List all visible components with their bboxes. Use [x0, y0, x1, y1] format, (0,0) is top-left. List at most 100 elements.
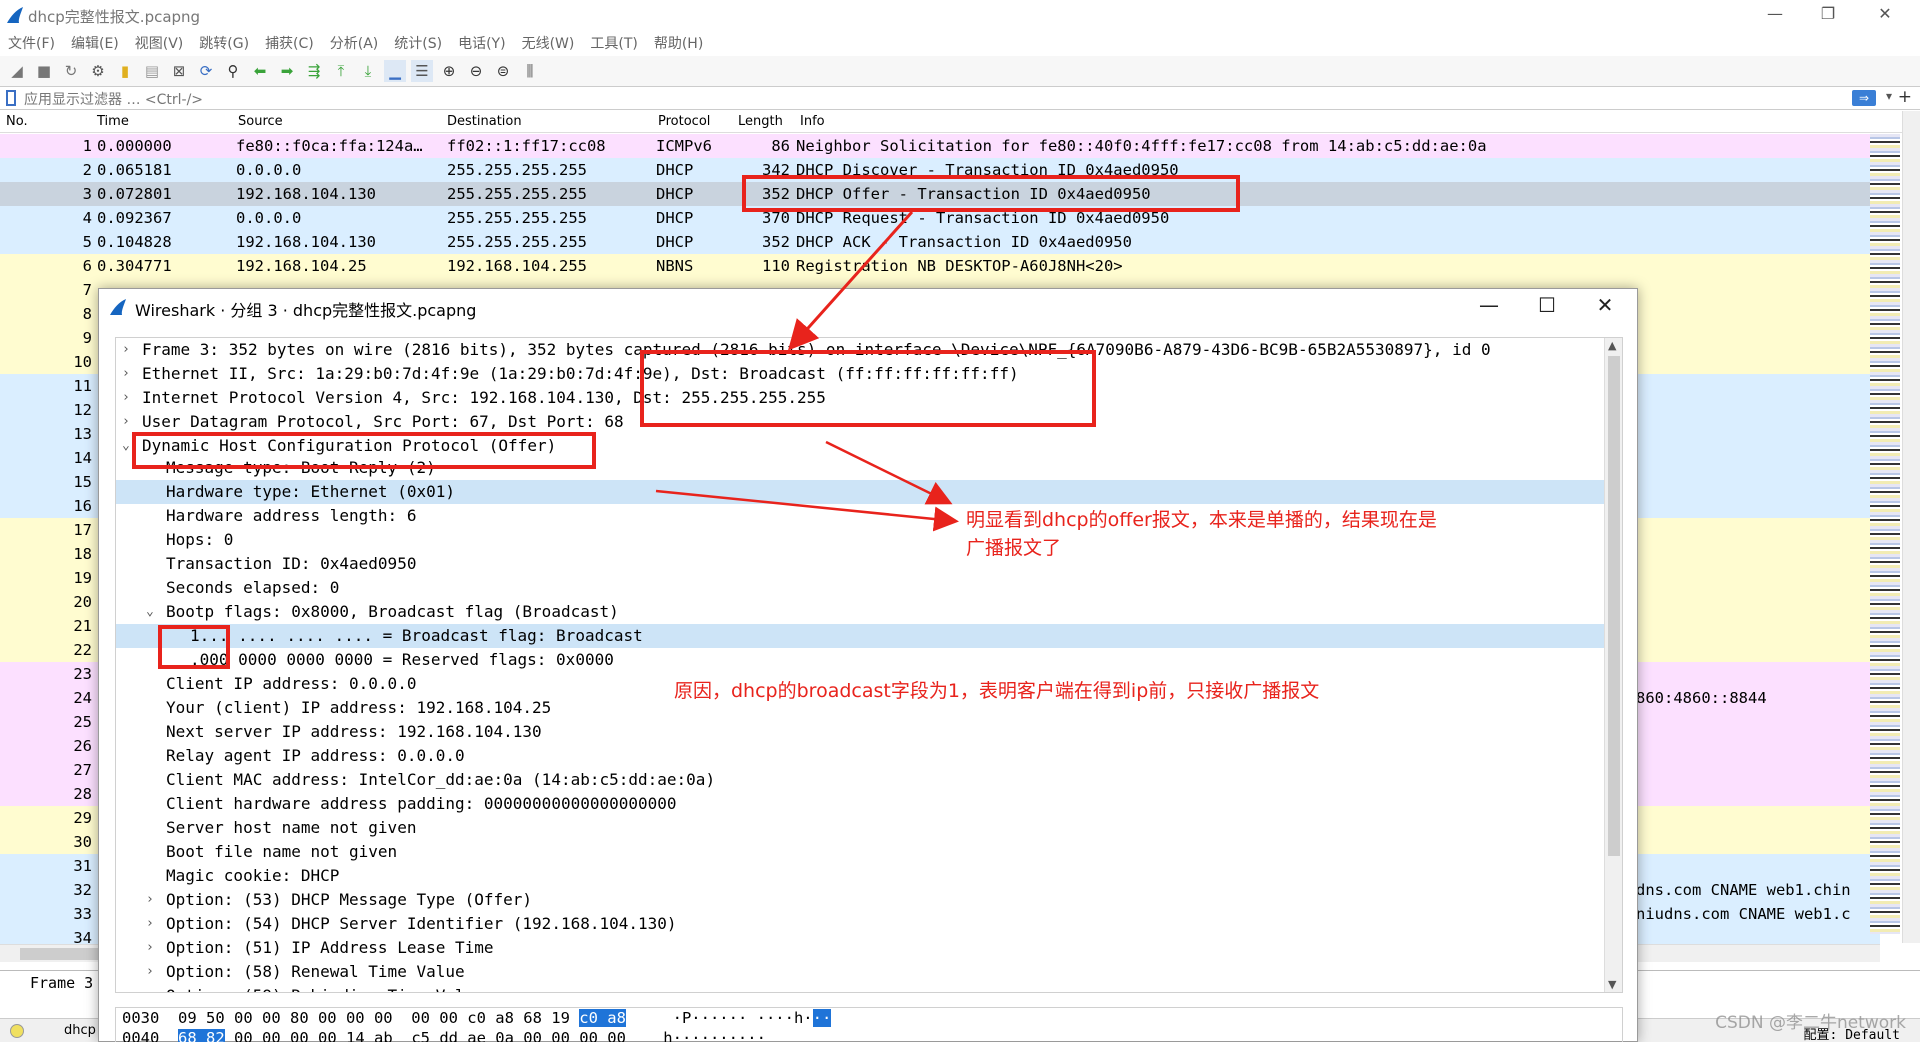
tree-row-label: Hops: 0 [166, 530, 234, 549]
menu-statistics[interactable]: 统计(S) [394, 33, 442, 53]
column-time[interactable]: Time [97, 114, 129, 129]
search-icon[interactable]: ⚲ [222, 60, 244, 82]
tree-row[interactable]: Boot file name not given [116, 840, 1605, 864]
maximize-button[interactable]: ❐ [1813, 4, 1843, 23]
open-folder-icon[interactable]: ▮ [114, 60, 136, 82]
chevron-right-icon[interactable]: › [146, 912, 154, 936]
chevron-down-icon[interactable]: ⌄ [146, 600, 154, 624]
packet-row[interactable]: 5 0.104828 192.168.104.130 255.255.255.255 D… [0, 230, 1880, 254]
stop-icon[interactable]: ■ [33, 60, 55, 82]
column-info[interactable]: Info [800, 114, 825, 129]
tree-row[interactable]: › Option: (53) DHCP Message Type (Offer) [116, 888, 1605, 912]
zoom-in-icon[interactable]: ⊕ [438, 60, 460, 82]
popup-minimize-button[interactable]: — [1469, 293, 1509, 317]
hex-ascii-selected[interactable]: ·· [812, 1009, 832, 1027]
capture-status-icon[interactable] [10, 1024, 24, 1038]
display-filter-bar[interactable]: 应用显示过滤器 … <Ctrl-/> ⇒ ▾ + [0, 86, 1920, 110]
tree-row[interactable]: Magic cookie: DHCP [116, 864, 1605, 888]
goto-packet-icon[interactable]: ⇶ [303, 60, 325, 82]
column-no[interactable]: No. [6, 114, 28, 129]
forward-arrow-icon[interactable]: ➡ [276, 60, 298, 82]
hex-ascii[interactable]: h·········· [663, 1029, 766, 1042]
menu-help[interactable]: 帮助(H) [654, 33, 703, 53]
tree-row[interactable]: › Option: (51) IP Address Lease Time [116, 936, 1605, 960]
tree-row[interactable]: › Option: (59) Rebinding Time Value [116, 984, 1605, 992]
chevron-right-icon[interactable]: › [146, 936, 154, 960]
back-arrow-icon[interactable]: ⬅ [249, 60, 271, 82]
autoscroll-icon[interactable]: ▁ [384, 60, 406, 82]
chevron-down-icon[interactable]: ▾ [1886, 89, 1892, 103]
column-destination[interactable]: Destination [447, 114, 522, 129]
restart-icon[interactable]: ↻ [60, 60, 82, 82]
packet-row[interactable]: 1 0.000000 fe80::f0ca:ffa:124a… ff02::1:ff1… [0, 134, 1880, 158]
tree-row[interactable]: Hardware type: Ethernet (0x01) [116, 480, 1605, 504]
hex-ascii[interactable]: ·P······ ····h· [673, 1009, 813, 1027]
chevron-right-icon[interactable]: › [146, 960, 154, 984]
chevron-down-icon[interactable]: ⌄ [122, 434, 130, 458]
menu-capture[interactable]: 捕获(C) [265, 33, 314, 53]
chevron-right-icon[interactable]: › [122, 338, 130, 362]
scroll-down-icon[interactable]: ▼ [1608, 978, 1616, 991]
tree-row[interactable]: Relay agent IP address: 0.0.0.0 [116, 744, 1605, 768]
column-length[interactable]: Length [738, 114, 783, 129]
tree-row[interactable]: 1... .... .... .... = Broadcast flag: Br… [116, 624, 1605, 648]
tree-row[interactable]: Client hardware address padding: 0000000… [116, 792, 1605, 816]
tree-row[interactable]: .000 0000 0000 0000 = Reserved flags: 0x… [116, 648, 1605, 672]
options-gear-icon[interactable]: ⚙ [87, 60, 109, 82]
scroll-up-icon[interactable]: ▲ [1608, 339, 1616, 352]
zoom-reset-icon[interactable]: ⊜ [492, 60, 514, 82]
first-packet-icon[interactable]: ⤒ [330, 60, 352, 82]
colorize-icon[interactable]: ☰ [411, 60, 433, 82]
hex-bytes-selected[interactable]: 68 82 [178, 1029, 225, 1042]
hex-bytes[interactable]: 00 00 00 00 14 ab c5 dd ae 0a 00 00 00 0… [234, 1029, 626, 1042]
detail-frame-row[interactable]: Frame 3 [30, 974, 93, 992]
popup-maximize-button[interactable]: ☐ [1527, 293, 1567, 317]
tree-row-label: Option: (58) Renewal Time Value [166, 962, 465, 981]
hex-bytes-selected[interactable]: c0 a8 [579, 1009, 626, 1027]
bookmark-icon[interactable] [6, 90, 16, 106]
menu-analyze[interactable]: 分析(A) [330, 33, 379, 53]
zoom-out-icon[interactable]: ⊖ [465, 60, 487, 82]
tree-row[interactable]: Client MAC address: IntelCor_dd:ae:0a (1… [116, 768, 1605, 792]
tree-row[interactable]: › Option: (54) DHCP Server Identifier (19… [116, 912, 1605, 936]
resize-columns-icon[interactable]: ⫼ [519, 60, 541, 82]
packet-cell-info: DHCP ACK - Transaction ID 0x4aed0950 [796, 233, 1132, 251]
tree-row[interactable]: Server host name not given [116, 816, 1605, 840]
last-packet-icon[interactable]: ⤓ [357, 60, 379, 82]
scroll-thumb[interactable] [1608, 356, 1620, 856]
close-button[interactable]: ✕ [1870, 4, 1900, 23]
chevron-right-icon[interactable]: › [146, 888, 154, 912]
column-protocol[interactable]: Protocol [658, 114, 710, 129]
menu-edit[interactable]: 编辑(E) [71, 33, 119, 53]
tree-row[interactable]: › Option: (58) Renewal Time Value [116, 960, 1605, 984]
menu-go[interactable]: 跳转(G) [199, 33, 249, 53]
minimize-button[interactable]: — [1760, 4, 1790, 23]
menu-telephony[interactable]: 电话(Y) [458, 33, 505, 53]
popup-close-button[interactable]: ✕ [1585, 293, 1625, 317]
menu-file[interactable]: 文件(F) [8, 33, 55, 53]
close-file-icon[interactable]: ⊠ [168, 60, 190, 82]
menu-wireless[interactable]: 无线(W) [522, 33, 575, 53]
tree-row[interactable]: ⌄ Bootp flags: 0x8000, Broadcast flag (Br… [116, 600, 1605, 624]
protocol-tree-scrollbar[interactable]: ▲ ▼ [1604, 338, 1622, 992]
filter-input[interactable]: 应用显示过滤器 … <Ctrl-/> [24, 89, 203, 109]
column-source[interactable]: Source [238, 114, 283, 129]
hex-bytes[interactable]: 09 50 00 00 80 00 00 00 00 00 c0 a8 68 1… [178, 1009, 570, 1027]
chevron-right-icon[interactable]: › [122, 386, 130, 410]
file-icon[interactable]: ▤ [141, 60, 163, 82]
chevron-right-icon[interactable]: › [146, 984, 154, 992]
packet-minimap[interactable] [1870, 134, 1900, 934]
packet-list-scrollbar[interactable] [1902, 111, 1920, 943]
shark-fin-start-icon[interactable]: ◢ [6, 60, 28, 82]
tree-row[interactable]: Next server IP address: 192.168.104.130 [116, 720, 1605, 744]
chevron-right-icon[interactable]: › [122, 410, 130, 434]
menu-view[interactable]: 视图(V) [135, 33, 184, 53]
tree-row[interactable]: Seconds elapsed: 0 [116, 576, 1605, 600]
packet-row[interactable]: 6 0.304771 192.168.104.25 192.168.104.255 NB… [0, 254, 1880, 278]
apply-filter-arrow-icon[interactable]: ⇒ [1852, 90, 1876, 106]
chevron-right-icon[interactable]: › [122, 362, 130, 386]
packet-cell-no: 5 [82, 233, 92, 251]
reload-icon[interactable]: ⟳ [195, 60, 217, 82]
menu-tools[interactable]: 工具(T) [590, 33, 637, 53]
add-filter-button[interactable]: + [1898, 87, 1912, 107]
